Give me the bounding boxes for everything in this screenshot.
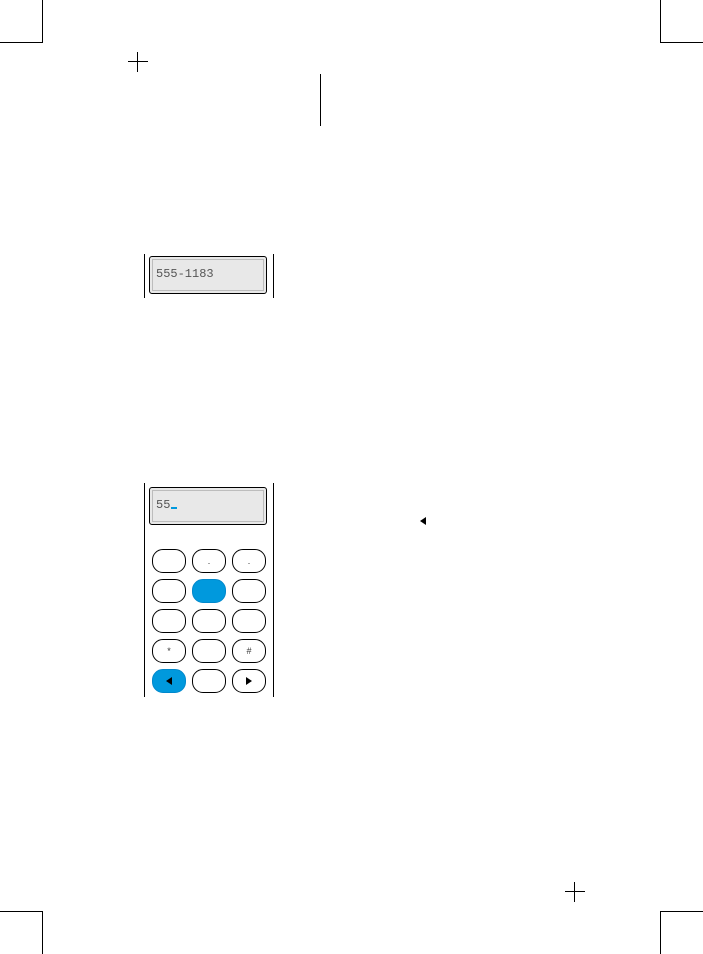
crop-mark-top-left [0, 0, 43, 43]
cursor-icon [171, 507, 177, 509]
key-hash[interactable]: # [232, 639, 266, 663]
key-9[interactable] [232, 609, 266, 633]
arrow-left-icon [166, 677, 172, 685]
key-right[interactable] [232, 669, 266, 693]
key-6[interactable] [232, 579, 266, 603]
key-left[interactable] [152, 669, 186, 693]
display1-line2: 555-1183 [156, 267, 260, 281]
key-1[interactable] [152, 549, 186, 573]
phone-display-frame-1: 555-1183 [144, 254, 274, 298]
key-7[interactable] [152, 609, 186, 633]
registration-cross-bottom [565, 882, 585, 902]
crop-mark-bottom-left [0, 911, 43, 954]
phone-display-1: 555-1183 [149, 256, 267, 294]
key-3[interactable]: . [232, 549, 266, 573]
key-4[interactable] [152, 579, 186, 603]
arrow-left-small-icon [420, 517, 426, 525]
key-0[interactable] [192, 639, 226, 663]
key-5[interactable] [192, 579, 226, 603]
crop-mark-bottom-right [660, 911, 703, 954]
arrow-right-icon [246, 677, 252, 685]
key-2[interactable]: . [192, 549, 226, 573]
keypad: . . * # [152, 549, 266, 699]
display2-line2: 55 [156, 498, 260, 512]
center-tick [320, 74, 321, 126]
registration-cross-top [128, 52, 148, 72]
key-center[interactable] [192, 669, 226, 693]
phone-display-2: 55 [149, 487, 267, 525]
key-star[interactable]: * [152, 639, 186, 663]
crop-mark-top-right [660, 0, 703, 43]
phone-frame-2: 55 . . * # [144, 483, 274, 697]
key-8[interactable] [192, 609, 226, 633]
